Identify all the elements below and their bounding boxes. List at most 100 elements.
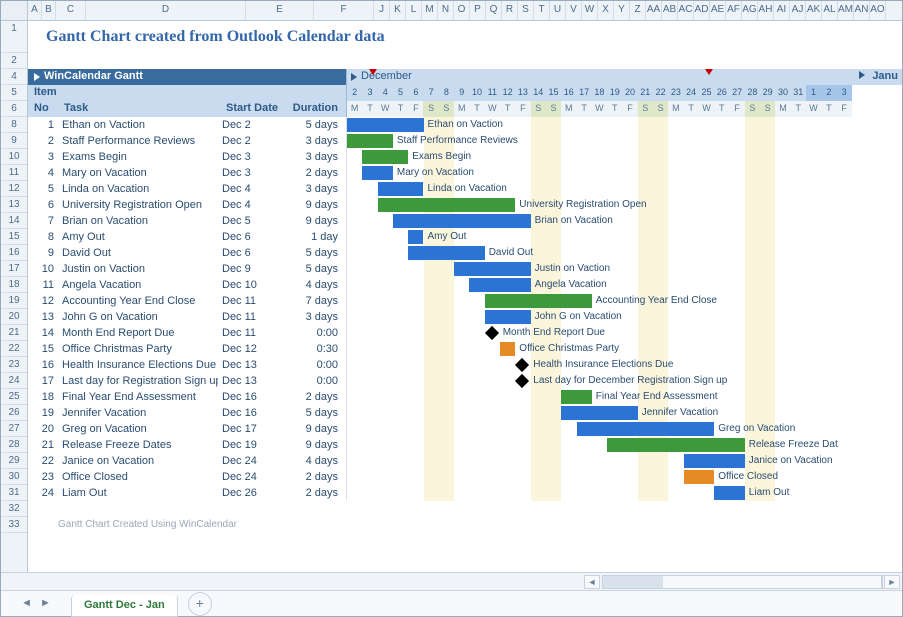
task-row[interactable]: 7Brian on VacationDec 59 daysBrian on Va… <box>28 213 902 229</box>
column-header[interactable]: C <box>56 1 86 21</box>
row-header[interactable]: 11 <box>1 165 27 181</box>
gantt-bar[interactable] <box>408 246 485 260</box>
task-row[interactable]: 12Accounting Year End CloseDec 117 daysA… <box>28 293 902 309</box>
sheet-tab-active[interactable]: Gantt Dec - Jan <box>71 595 178 617</box>
task-row[interactable]: 17Last day for Registration Sign upDec 1… <box>28 373 902 389</box>
scrollbar-track[interactable] <box>602 575 882 589</box>
gantt-bar[interactable] <box>347 134 393 148</box>
column-header[interactable]: Q <box>486 1 502 21</box>
gantt-bar[interactable] <box>347 118 424 132</box>
row-header[interactable]: 13 <box>1 197 27 213</box>
gantt-bar[interactable] <box>500 342 515 356</box>
row-header[interactable]: 6 <box>1 101 27 117</box>
column-header[interactable]: AB <box>662 1 678 21</box>
column-header[interactable]: U <box>550 1 566 21</box>
column-header[interactable]: AO <box>870 1 886 21</box>
column-header[interactable]: AN <box>854 1 870 21</box>
column-header[interactable]: AH <box>758 1 774 21</box>
gantt-bar[interactable] <box>378 182 424 196</box>
row-header[interactable]: 29 <box>1 453 27 469</box>
task-row[interactable]: 24Liam OutDec 262 daysLiam Out <box>28 485 902 501</box>
column-header[interactable]: W <box>582 1 598 21</box>
task-row[interactable]: 19Jennifer VacationDec 165 daysJennifer … <box>28 405 902 421</box>
col-header-no[interactable]: No <box>28 101 58 117</box>
column-header[interactable]: R <box>502 1 518 21</box>
row-header[interactable]: 23 <box>1 357 27 373</box>
row-header[interactable]: 31 <box>1 485 27 501</box>
tab-nav-buttons[interactable]: ◄ ► <box>1 591 71 617</box>
column-header[interactable]: AJ <box>790 1 806 21</box>
task-row[interactable]: 3Exams BeginDec 33 daysExams Begin <box>28 149 902 165</box>
column-header[interactable]: S <box>518 1 534 21</box>
row-header[interactable]: 33 <box>1 517 27 533</box>
row-header[interactable]: 10 <box>1 149 27 165</box>
select-all-corner[interactable] <box>1 1 28 21</box>
column-header[interactable]: D <box>86 1 246 21</box>
column-header[interactable]: T <box>534 1 550 21</box>
row-header[interactable]: 19 <box>1 293 27 309</box>
task-row[interactable]: 6University Registration OpenDec 49 days… <box>28 197 902 213</box>
column-header[interactable]: AC <box>678 1 694 21</box>
task-row[interactable]: 9David OutDec 65 daysDavid Out <box>28 245 902 261</box>
gantt-bar[interactable] <box>378 198 516 212</box>
gantt-bar[interactable] <box>362 150 408 164</box>
task-row[interactable]: 11Angela VacationDec 104 daysAngela Vaca… <box>28 277 902 293</box>
row-header[interactable]: 20 <box>1 309 27 325</box>
row-header[interactable]: 28 <box>1 437 27 453</box>
gantt-bar[interactable] <box>485 310 531 324</box>
gantt-bar[interactable] <box>408 230 423 244</box>
row-header[interactable]: 5 <box>1 85 27 101</box>
row-header[interactable]: 2 <box>1 53 27 69</box>
row-header[interactable]: 14 <box>1 213 27 229</box>
row-header[interactable]: 24 <box>1 373 27 389</box>
column-header[interactable]: AG <box>742 1 758 21</box>
column-header[interactable]: B <box>42 1 56 21</box>
row-header[interactable]: 8 <box>1 117 27 133</box>
row-header[interactable]: 18 <box>1 277 27 293</box>
gantt-bar[interactable] <box>577 422 715 436</box>
row-header[interactable]: 15 <box>1 229 27 245</box>
tab-last-icon[interactable]: ► <box>40 597 51 610</box>
scroll-right-button[interactable]: ► <box>884 575 900 589</box>
task-row[interactable]: 21Release Freeze DatesDec 199 daysReleas… <box>28 437 902 453</box>
scrollbar-thumb[interactable] <box>603 576 663 588</box>
row-header[interactable]: 4 <box>1 69 27 85</box>
gantt-bar[interactable] <box>684 454 745 468</box>
column-header[interactable]: AK <box>806 1 822 21</box>
column-header[interactable]: K <box>390 1 406 21</box>
row-header[interactable]: 26 <box>1 405 27 421</box>
add-sheet-button[interactable]: + <box>188 592 212 616</box>
tab-first-icon[interactable]: ◄ <box>21 597 32 610</box>
row-header[interactable]: 12 <box>1 181 27 197</box>
row-header[interactable]: 25 <box>1 389 27 405</box>
task-row[interactable]: 2Staff Performance ReviewsDec 23 daysSta… <box>28 133 902 149</box>
task-row[interactable]: 1Ethan on VactionDec 25 daysEthan on Vac… <box>28 117 902 133</box>
task-row[interactable]: 8Amy OutDec 61 dayAmy Out <box>28 229 902 245</box>
col-header-task[interactable]: Task <box>58 101 218 117</box>
column-header[interactable]: AA <box>646 1 662 21</box>
row-header[interactable]: 21 <box>1 325 27 341</box>
col-header-duration[interactable]: Duration <box>286 101 346 117</box>
task-row[interactable]: 15Office Christmas PartyDec 120:30Office… <box>28 341 902 357</box>
column-header[interactable]: V <box>566 1 582 21</box>
task-row[interactable]: 4Mary on VacationDec 32 daysMary on Vaca… <box>28 165 902 181</box>
gantt-bar[interactable] <box>561 390 592 404</box>
column-header[interactable]: Y <box>614 1 630 21</box>
gantt-bar[interactable] <box>362 166 393 180</box>
column-header[interactable]: L <box>406 1 422 21</box>
row-header[interactable]: 1 <box>1 21 27 53</box>
task-row[interactable]: 23Office ClosedDec 242 daysOffice Closed <box>28 469 902 485</box>
task-row[interactable]: 10Justin on VactionDec 95 daysJustin on … <box>28 261 902 277</box>
gantt-bar[interactable] <box>485 294 592 308</box>
row-header[interactable]: 17 <box>1 261 27 277</box>
column-header[interactable]: M <box>422 1 438 21</box>
task-row[interactable]: 13John G on VacationDec 113 daysJohn G o… <box>28 309 902 325</box>
row-header[interactable]: 32 <box>1 501 27 517</box>
gantt-bar[interactable] <box>469 278 530 292</box>
column-header[interactable]: O <box>454 1 470 21</box>
column-header[interactable]: AL <box>822 1 838 21</box>
column-header[interactable]: Z <box>630 1 646 21</box>
column-header[interactable]: E <box>246 1 314 21</box>
col-header-start[interactable]: Start Date <box>218 101 286 117</box>
gantt-bar[interactable] <box>393 214 531 228</box>
